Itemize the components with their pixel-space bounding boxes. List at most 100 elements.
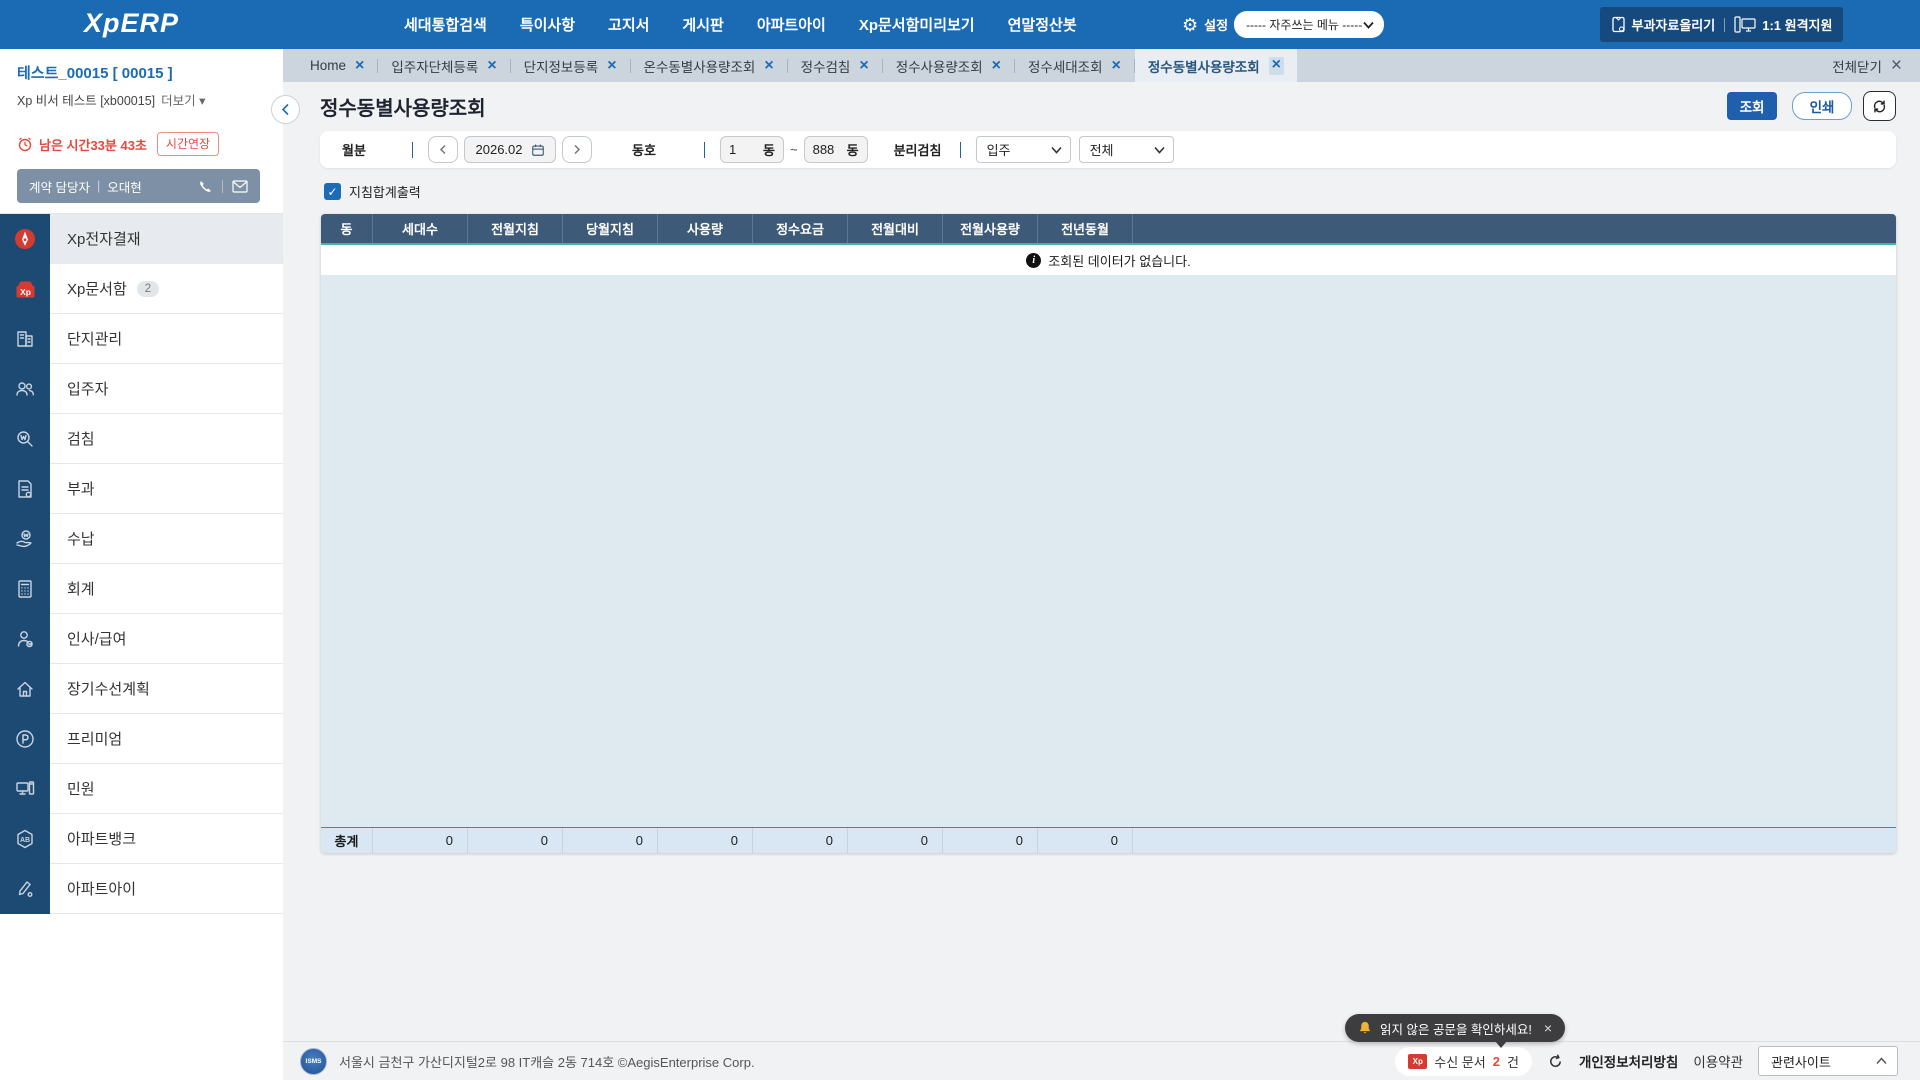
column-header: 동: [321, 214, 373, 243]
search-button[interactable]: 조회: [1727, 92, 1777, 120]
menu-docbox-preview[interactable]: Xp문서함미리보기: [859, 14, 975, 35]
tab-water-household[interactable]: 정수세대조회 ×: [1015, 49, 1134, 82]
close-all-tabs-button[interactable]: 전체닫기 ×: [1832, 56, 1902, 76]
tab-label: 정수세대조회: [1027, 59, 1103, 75]
sidebar-item-label: 장기수선계획: [67, 681, 150, 698]
sidebar-item-apt-i[interactable]: 아파트아이: [0, 864, 283, 914]
usage-table: 동 세대수 전월지침 당월지침 사용량 정수요금 전월대비 전월사용량 전년동월…: [321, 214, 1896, 853]
sidebar-item-label: 검침: [67, 431, 95, 448]
gear-icon[interactable]: ⚙: [1182, 16, 1198, 34]
mail-icon[interactable]: [232, 179, 248, 193]
month-picker[interactable]: 2026.02: [464, 136, 556, 163]
chevron-down-icon: [1363, 21, 1374, 29]
tab-label: 정수검침: [800, 59, 851, 75]
related-sites-select[interactable]: 관련사이트: [1758, 1046, 1898, 1076]
footer: ISMS 서울시 금천구 가산디지털2로 98 IT캐슬 2동 714호 ©Ae…: [283, 1041, 1920, 1080]
menu-apt-i[interactable]: 아파트아이: [757, 14, 826, 35]
xp-docbox-icon: Xp: [0, 264, 50, 314]
sidebar-item-docbox[interactable]: Xp Xp문서함 2: [0, 264, 283, 314]
remote-support-button[interactable]: 1:1 원격지원: [1734, 15, 1832, 34]
close-icon[interactable]: ×: [764, 57, 773, 74]
divider: [1724, 17, 1726, 32]
prev-month-button[interactable]: [428, 136, 458, 163]
tab-water-dong-usage[interactable]: 정수동별사용량조회 ×: [1134, 49, 1297, 82]
sidebar-item-minwon[interactable]: 민원: [0, 764, 283, 814]
tab-label: 온수동별사용량조회: [643, 59, 756, 75]
inbox-label: 수신 문서: [1434, 1054, 1486, 1070]
sidebar-item-collection[interactable]: 수납: [0, 514, 283, 564]
phone-icon[interactable]: [198, 179, 213, 194]
divider: [704, 141, 705, 158]
sidebar-item-hr-payroll[interactable]: 인사/급여: [0, 614, 283, 664]
tab-resident-group[interactable]: 입주자단체등록 ×: [378, 49, 509, 82]
scope-select[interactable]: 전체: [1078, 136, 1174, 163]
sidebar-item-label: 프리미엄: [67, 731, 123, 748]
footer-refresh-icon[interactable]: [1547, 1053, 1564, 1070]
upload-billing-label: 부과자료올리기: [1631, 18, 1716, 33]
tab-complex-info[interactable]: 단지정보등록 ×: [511, 49, 630, 82]
close-icon[interactable]: ×: [607, 57, 616, 74]
checkbox-checked-icon[interactable]: ✓: [324, 183, 341, 200]
column-header-filler: [1133, 214, 1896, 243]
tab-home[interactable]: Home ×: [297, 49, 377, 82]
tab-water-usage[interactable]: 정수사용량조회 ×: [883, 49, 1014, 82]
sidebar-item-metering[interactable]: 검침: [0, 414, 283, 464]
sidebar-item-premium[interactable]: 프리미엄: [0, 714, 283, 764]
sidebar-item-approval[interactable]: Xp전자결재: [0, 214, 283, 264]
notification-toast: 읽지 않은 공문을 확인하세요! ×: [1345, 1014, 1566, 1048]
menu-remarks[interactable]: 특이사항: [520, 14, 575, 35]
print-button[interactable]: 인쇄: [1792, 92, 1852, 120]
sidebar-item-label: 아파트아이: [67, 881, 137, 898]
inbox-button[interactable]: Xp 수신 문서 2 건: [1395, 1046, 1532, 1076]
sidebar-item-label: Xp전자결재: [67, 231, 141, 248]
column-header: 사용량: [658, 214, 753, 243]
table-header-row: 동 세대수 전월지침 당월지침 사용량 정수요금 전월대비 전월사용량 전년동월: [321, 214, 1896, 243]
sidebar-item-billing[interactable]: 부과: [0, 464, 283, 514]
close-icon[interactable]: ×: [1112, 57, 1121, 74]
sum-output-checkbox[interactable]: ✓ 지침합계출력: [324, 182, 421, 201]
column-header: 전월지침: [468, 214, 563, 243]
occupancy-select[interactable]: 입주: [975, 136, 1071, 163]
sidebar-item-complex[interactable]: 단지관리: [0, 314, 283, 364]
tab-hotwater-usage[interactable]: 온수동별사용량조회 ×: [631, 49, 787, 82]
sidebar-item-longterm-repair[interactable]: 장기수선계획: [0, 664, 283, 714]
month-label: 월분: [342, 143, 366, 158]
close-icon[interactable]: ×: [859, 57, 868, 74]
terms-link[interactable]: 이용약관: [1693, 1051, 1743, 1071]
chevron-down-icon: [1153, 146, 1165, 154]
sidebar-item-label: Xp문서함: [67, 281, 127, 298]
toast-close-icon[interactable]: ×: [1544, 1021, 1552, 1035]
sidebar-item-aptbank[interactable]: AB 아파트뱅크: [0, 814, 283, 864]
sidebar-collapse-button[interactable]: [271, 95, 300, 124]
menu-yearend-bot[interactable]: 연말정산봇: [1008, 14, 1077, 35]
favorites-menu-select[interactable]: ----- 자주쓰는 메뉴 -----: [1234, 11, 1385, 38]
tab-water-meter[interactable]: 정수검침 ×: [788, 49, 882, 82]
menu-notice-bill[interactable]: 고지서: [608, 14, 649, 35]
total-cell: 0: [373, 828, 468, 853]
dong-from-input[interactable]: 1 동: [720, 136, 784, 163]
next-month-button[interactable]: [562, 136, 592, 163]
sidebar-item-accounting[interactable]: 회계: [0, 564, 283, 614]
upload-billing-button[interactable]: 부과자료올리기: [1611, 15, 1716, 34]
menu-household-search[interactable]: 세대통합검색: [404, 14, 487, 35]
scope-select-value: 전체: [1089, 143, 1114, 158]
close-icon[interactable]: ×: [355, 57, 364, 74]
extend-time-button[interactable]: 시간연장: [156, 132, 220, 156]
refresh-button[interactable]: [1863, 91, 1896, 121]
settings-label[interactable]: 설정: [1204, 15, 1228, 34]
favorites-menu-value: ----- 자주쓰는 메뉴 -----: [1246, 18, 1363, 32]
close-icon[interactable]: ×: [992, 57, 1001, 74]
sidebar-item-resident[interactable]: 입주자: [0, 364, 283, 414]
more-button[interactable]: 더보기 ▾: [161, 90, 205, 109]
sidebar-item-label: 단지관리: [67, 331, 123, 348]
range-tilde: ~: [790, 142, 798, 157]
dong-to-input[interactable]: 888 동: [803, 136, 868, 163]
menu-board[interactable]: 게시판: [682, 14, 723, 35]
upload-doc-icon: [1611, 16, 1625, 33]
total-cell: 0: [563, 828, 658, 853]
close-icon[interactable]: ×: [487, 57, 496, 74]
tab-label: 정수사용량조회: [895, 59, 983, 75]
cube-ab-icon: AB: [0, 814, 50, 864]
privacy-policy-link[interactable]: 개인정보처리방침: [1579, 1051, 1678, 1071]
close-icon[interactable]: ×: [1268, 56, 1284, 75]
